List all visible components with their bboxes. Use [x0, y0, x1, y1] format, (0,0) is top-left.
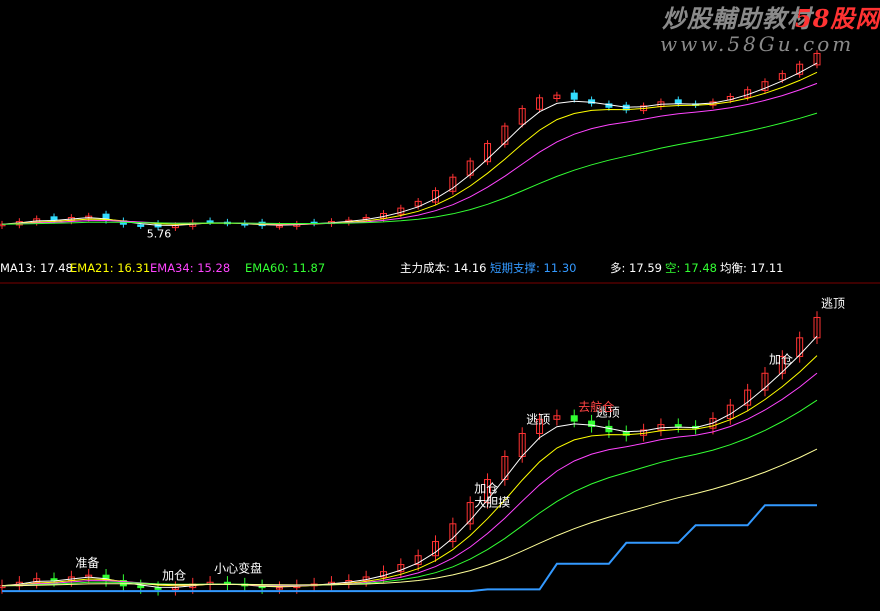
low-price-label: 5.76: [147, 228, 172, 241]
legend-item: 多: 17.59: [610, 261, 662, 275]
watermark-brand: 58股网: [795, 4, 880, 33]
watermark: 炒股輔助教材 58股网 www.58Gu.com: [660, 4, 880, 56]
upper-price-panel: 5.76: [0, 50, 821, 241]
ma13-line: [1, 62, 818, 226]
signal-candle: [137, 585, 145, 589]
stock-chart: 5.76 炒股輔助教材 58股网 www.58Gu.com MA13: 17.4…: [0, 4, 880, 596]
signal-annotation: 大胆摸: [474, 496, 510, 510]
legend-item: EMA60: 11.87: [245, 261, 325, 275]
signal-annotation: 逃顶: [821, 296, 845, 310]
signal-candle: [674, 424, 682, 427]
signal-average-line: [1, 335, 818, 588]
indicator-legend: MA13: 17.48EMA21: 16.31 EMA34: 15.28 EMA60…: [0, 261, 783, 275]
signal-candle: [570, 415, 578, 422]
signal-annotation: 逃顶: [526, 412, 550, 426]
signal-annotation: 准备: [75, 556, 99, 570]
price-candle: [137, 224, 145, 227]
legend-item: 短期支撑: 11.30: [490, 261, 576, 275]
watermark-title: 炒股輔助教材: [662, 4, 815, 33]
signal-annotation: 加仓: [162, 568, 186, 582]
lower-signal-panel: 逃顶逃顶逃顶加仓加仓加仓大胆摸去航仓小心变盘准备: [0, 296, 845, 596]
signal-average-line: [1, 448, 818, 587]
signal-candle: [50, 578, 58, 582]
legend-item: 均衡: 17.11: [720, 261, 783, 275]
legend-item: EMA34: 15.28: [150, 261, 230, 275]
ema60-line: [1, 112, 818, 225]
price-candle: [570, 92, 578, 100]
signal-annotation: 去航仓: [578, 399, 614, 414]
signal-annotation: 加仓: [769, 352, 793, 366]
price-candle: [674, 99, 682, 104]
signal-average-line: [1, 372, 818, 587]
legend-item: MA13: 17.48: [0, 261, 73, 275]
legend-item: EMA21: 16.31: [70, 261, 150, 275]
watermark-url: www.58Gu.com: [660, 32, 854, 56]
price-candle: [206, 220, 214, 223]
signal-candle: [154, 587, 162, 590]
legend-item: 主力成本: 14.16: [400, 261, 486, 275]
price-candle: [50, 216, 58, 221]
signal-average-line: [1, 355, 818, 587]
ema21-line: [1, 71, 818, 226]
legend-item: 空: 17.48: [665, 261, 717, 275]
signal-annotation: 加仓: [474, 482, 498, 496]
signal-annotation: 小心变盘: [214, 560, 262, 575]
